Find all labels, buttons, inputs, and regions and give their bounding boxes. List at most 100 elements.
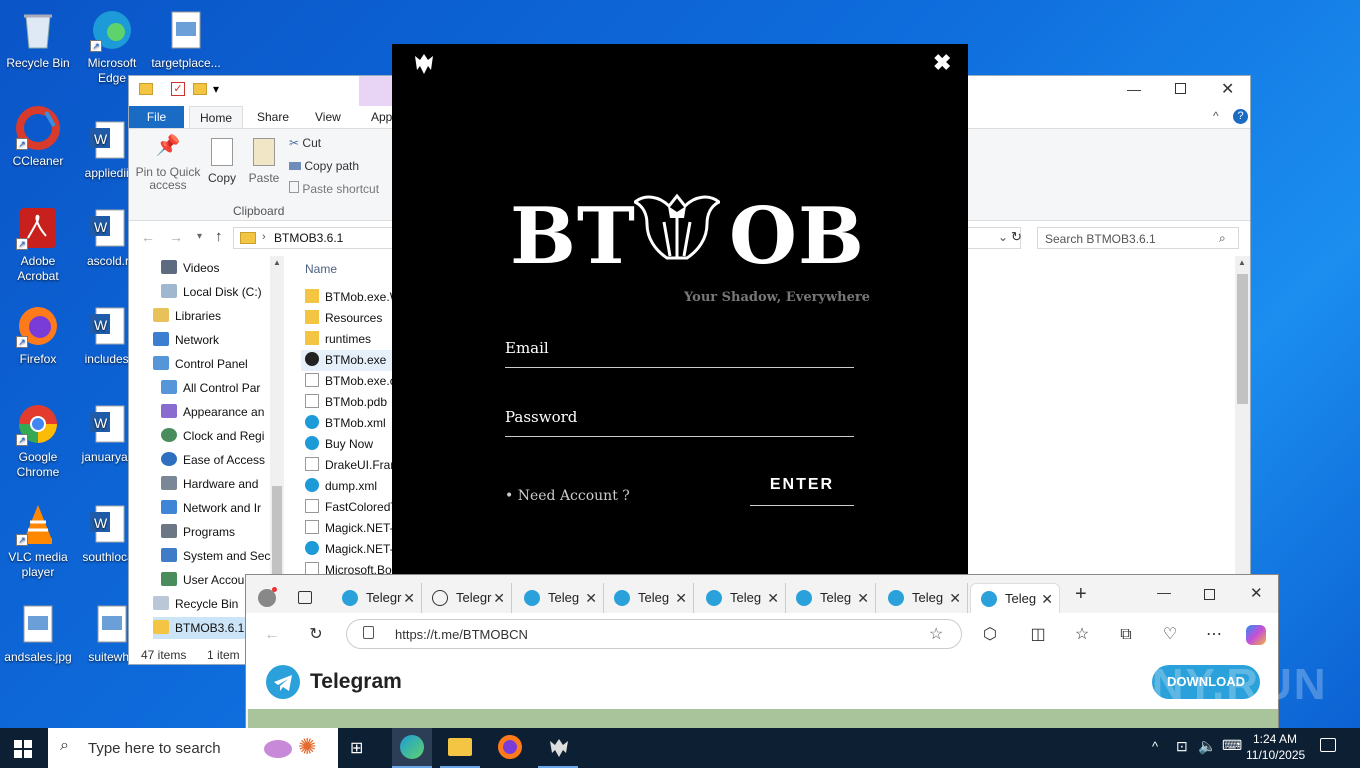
tab-file[interactable]: File <box>129 106 184 128</box>
file-list-scrollbar[interactable]: ▲ <box>1235 256 1250 576</box>
browser-tab[interactable]: Telegr ✕ <box>332 583 422 613</box>
tree-item-appearance[interactable]: Appearance an <box>161 401 271 423</box>
refresh-icon[interactable]: ↻ <box>1011 229 1022 245</box>
file-item[interactable]: BTMob.exe.W <box>305 287 395 308</box>
back-icon[interactable]: ← <box>262 625 282 645</box>
windows-start-icon[interactable] <box>14 740 32 758</box>
tree-item-network[interactable]: Network <box>153 329 263 351</box>
browser-tab[interactable]: Teleg ✕ <box>878 583 968 613</box>
desktop-icon-acrobat[interactable]: ↗ Adobe Acrobat <box>0 206 76 284</box>
taskbar-clock[interactable]: 1:24 AM 11/10/2025 <box>1246 731 1305 763</box>
close-icon[interactable]: ✖ <box>933 50 951 76</box>
tab-close-icon[interactable]: ✕ <box>767 583 779 613</box>
forward-icon[interactable]: → <box>169 229 183 245</box>
file-item[interactable]: Resources <box>305 308 395 329</box>
input-method-icon[interactable]: ⌨ <box>1222 737 1242 754</box>
enter-button[interactable]: ENTER <box>750 470 854 506</box>
tree-item-hardware[interactable]: Hardware and <box>161 473 271 495</box>
desktop-icon-andsales[interactable]: andsales.jpg <box>0 602 76 665</box>
desktop-icon-targetplace[interactable]: targetplace... <box>148 8 224 71</box>
file-item[interactable]: Buy Now <box>305 434 395 455</box>
tab-home[interactable]: Home <box>189 106 244 128</box>
desktop-icon-ccleaner[interactable]: ↗ CCleaner <box>0 106 76 169</box>
tree-item-local-disk[interactable]: Local Disk (C:) <box>161 281 271 303</box>
browser-tab-active[interactable]: Teleg ✕ <box>970 583 1060 613</box>
minimize-icon[interactable]: — <box>1157 584 1171 600</box>
scroll-up-icon[interactable]: ▲ <box>1238 258 1246 267</box>
copilot-icon[interactable] <box>1246 625 1266 645</box>
browser-tab[interactable]: Teleg ✕ <box>696 583 786 613</box>
tree-item-system-security[interactable]: System and Sec <box>161 545 271 567</box>
paste-shortcut-button[interactable]: Paste shortcut <box>289 181 379 196</box>
tab-actions-icon[interactable] <box>298 591 312 604</box>
taskbar-btmob-button[interactable] <box>538 728 578 768</box>
file-list-scrollbar-thumb[interactable] <box>1237 274 1248 404</box>
tree-item-programs[interactable]: Programs <box>161 521 271 543</box>
search-highlight-icon[interactable] <box>264 740 292 758</box>
tab-close-icon[interactable]: ✕ <box>857 583 869 613</box>
file-item[interactable]: BTMob.pdb <box>305 392 395 413</box>
quick-access-dropdown-icon[interactable]: ▾ <box>213 82 219 96</box>
help-icon[interactable]: ? <box>1233 109 1248 124</box>
browser-tab[interactable]: Teleg ✕ <box>604 583 694 613</box>
taskbar-firefox-button[interactable] <box>490 728 530 768</box>
column-header-name[interactable]: Name <box>305 262 337 276</box>
favorites-icon[interactable]: ☆ <box>1072 625 1092 645</box>
tree-item-ease-of-access[interactable]: Ease of Access <box>161 449 271 471</box>
tab-share[interactable]: Share <box>247 106 299 128</box>
file-item[interactable]: BTMob.exe.c <box>305 371 395 392</box>
copy-button[interactable]: Copy <box>205 138 239 185</box>
file-item[interactable]: BTMob.xml <box>305 413 395 434</box>
collections-icon[interactable]: ⧉ <box>1116 625 1136 645</box>
tab-close-icon[interactable]: ✕ <box>675 583 687 613</box>
tree-item-clock-region[interactable]: Clock and Regi <box>161 425 271 447</box>
network-status-icon[interactable]: ⊡ <box>1176 738 1188 755</box>
tab-view[interactable]: View <box>305 106 351 128</box>
address-bar[interactable]: https://t.me/BTMOBCN ☆ <box>346 619 962 649</box>
back-icon[interactable]: ← <box>141 229 155 245</box>
tab-close-icon[interactable]: ✕ <box>1041 584 1053 614</box>
maximize-icon[interactable] <box>1204 589 1215 600</box>
desktop-icon-chrome[interactable]: ↗ Google Chrome <box>0 402 76 480</box>
file-item-selected[interactable]: BTMob.exe <box>301 350 395 371</box>
minimize-icon[interactable]: — <box>1127 81 1141 97</box>
tree-item-videos[interactable]: Videos <box>161 257 271 279</box>
address-dropdown-icon[interactable]: ⌄ <box>998 230 1008 244</box>
new-folder-icon[interactable] <box>193 83 207 95</box>
tab-close-icon[interactable]: ✕ <box>585 583 597 613</box>
split-screen-icon[interactable]: ◫ <box>1028 625 1048 645</box>
copy-path-button[interactable]: Copy path <box>289 159 359 173</box>
tree-item-control-panel[interactable]: Control Panel <box>153 353 263 375</box>
ribbon-collapse-icon[interactable]: ^ <box>1213 109 1219 123</box>
volume-icon[interactable]: 🔈 <box>1198 737 1217 755</box>
file-item[interactable]: runtimes <box>305 329 395 350</box>
file-item[interactable]: FastColoredT <box>305 497 395 518</box>
refresh-icon[interactable]: ↻ <box>306 625 326 645</box>
desktop-icon-firefox[interactable]: ↗ Firefox <box>0 304 76 367</box>
browser-tab[interactable]: Teleg ✕ <box>786 583 876 613</box>
maximize-icon[interactable] <box>1175 83 1186 94</box>
paste-button[interactable]: Paste <box>247 138 281 185</box>
file-item[interactable]: Microsoft.Bo <box>305 560 395 574</box>
browser-tab[interactable]: Teleg ✕ <box>514 583 604 613</box>
breadcrumb[interactable]: BTMOB3.6.1 <box>274 231 343 245</box>
tree-item-libraries[interactable]: Libraries <box>153 305 263 327</box>
tab-close-icon[interactable]: ✕ <box>493 583 505 613</box>
scroll-up-icon[interactable]: ▲ <box>273 258 281 267</box>
tab-close-icon[interactable]: ✕ <box>949 583 961 613</box>
favorite-star-icon[interactable]: ☆ <box>929 624 943 644</box>
need-account-link[interactable]: • Need Account ? <box>505 488 630 504</box>
file-item[interactable]: Magick.NET- <box>305 518 395 539</box>
taskbar-explorer-button[interactable] <box>440 728 480 768</box>
browser-tab[interactable]: Telegr ✕ <box>422 583 512 613</box>
taskbar-search-box[interactable]: ⌕ Type here to search ✺ <box>48 728 338 768</box>
desktop-icon-vlc[interactable]: ↗ VLC media player <box>0 502 76 580</box>
close-icon[interactable]: ✕ <box>1221 79 1234 99</box>
file-item[interactable]: DrakeUI.Fran <box>305 455 395 476</box>
extensions-icon[interactable]: ⬡ <box>980 625 1000 645</box>
tab-close-icon[interactable]: ✕ <box>403 583 415 613</box>
more-options-icon[interactable]: ⋯ <box>1204 625 1224 645</box>
taskbar-edge-button[interactable] <box>392 728 432 768</box>
task-view-icon[interactable]: ⊞ <box>350 738 363 758</box>
up-icon[interactable]: ↑ <box>215 228 223 245</box>
